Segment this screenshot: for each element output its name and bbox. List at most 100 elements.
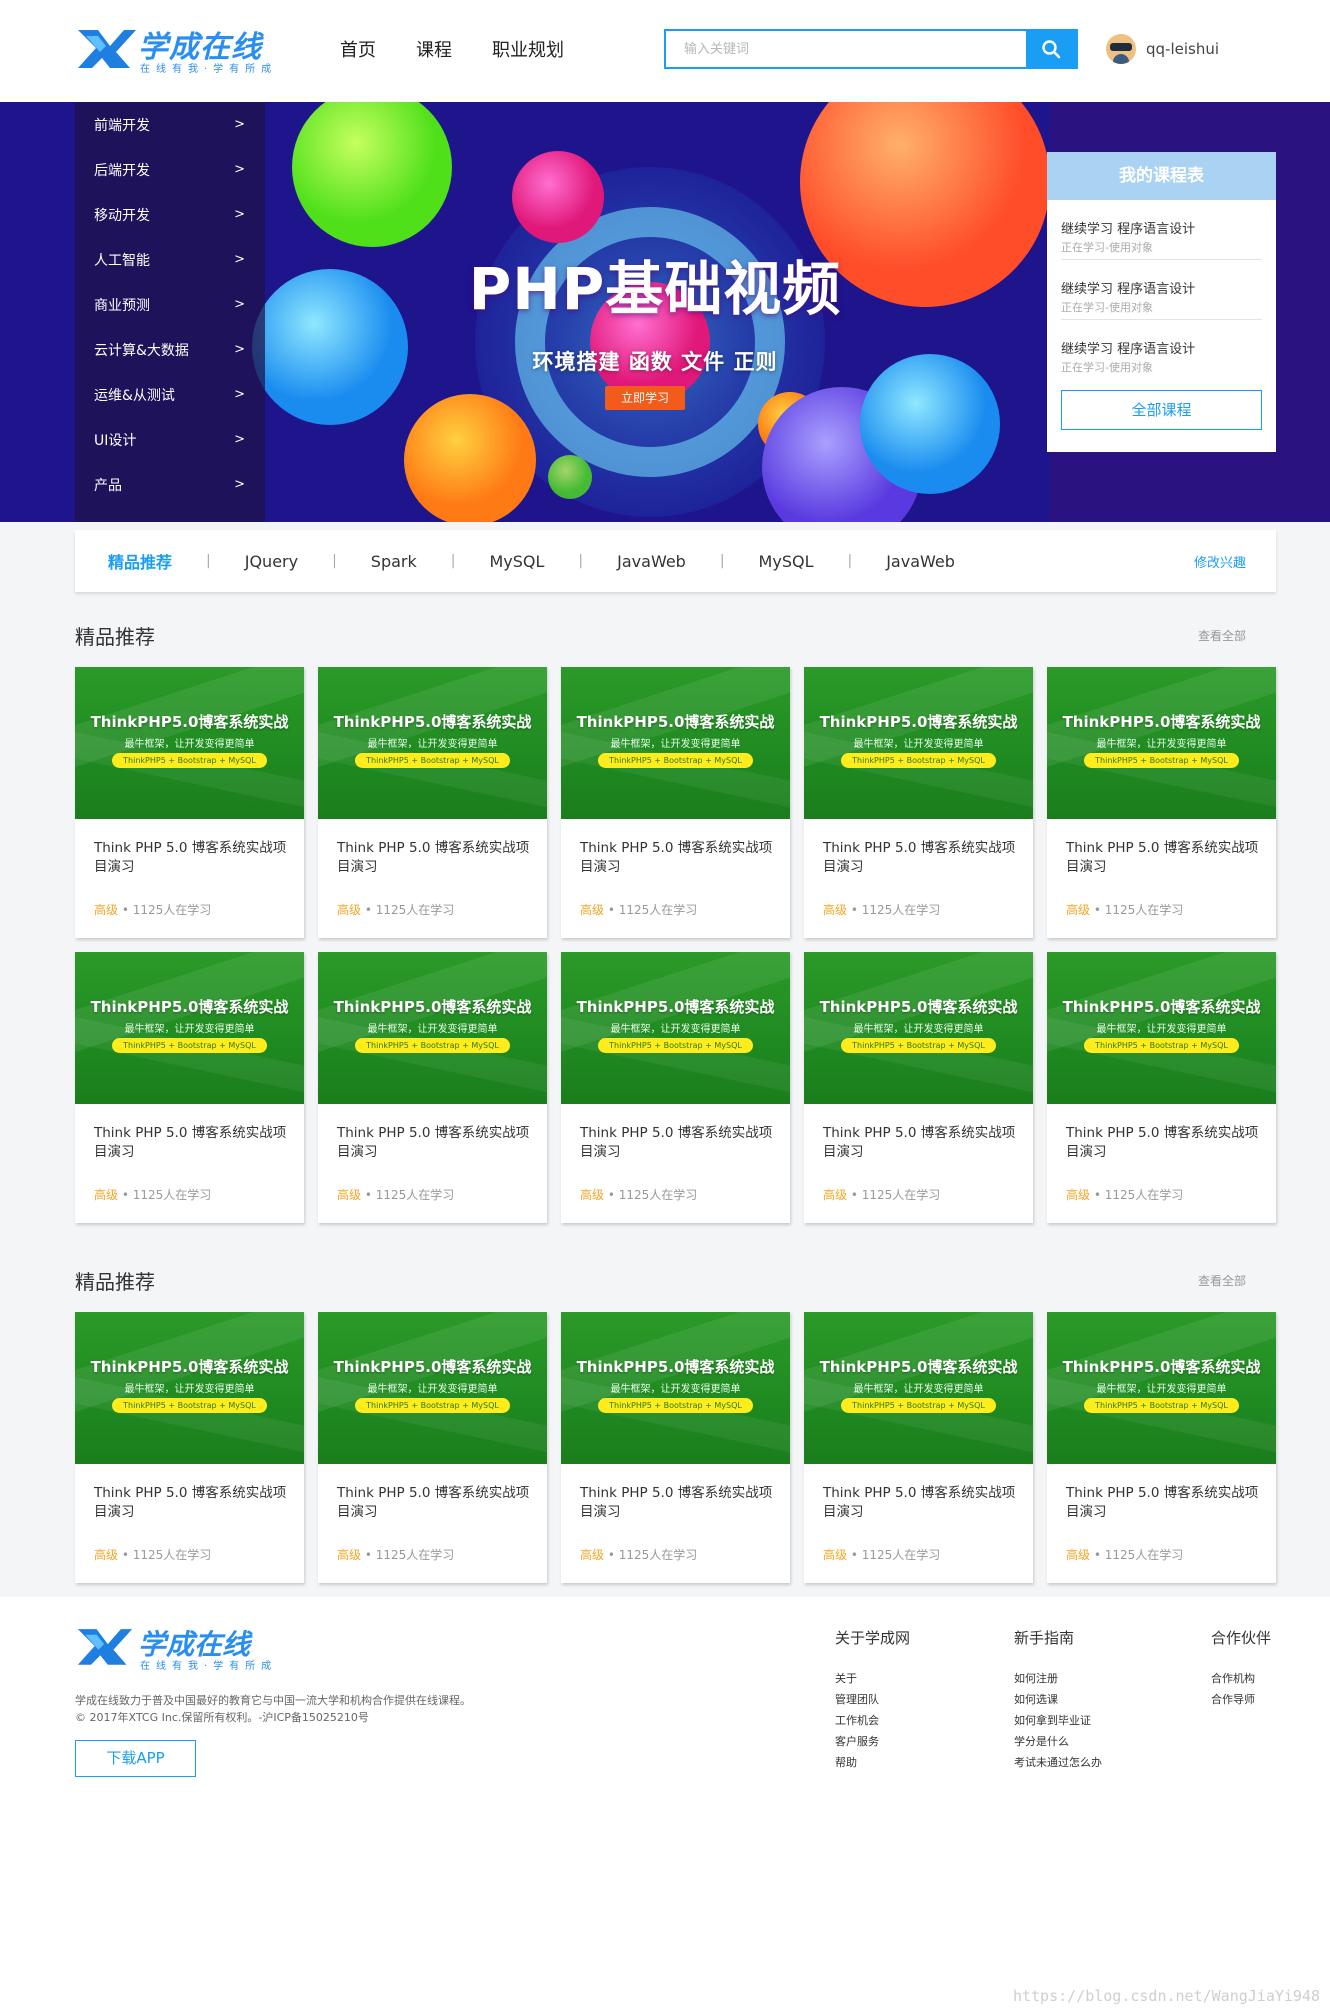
footer-link[interactable]: 如何注册: [1014, 1668, 1102, 1689]
course-card[interactable]: ThinkPHP5.0博客系统实战 最牛框架，让开发变得更简单 ThinkPHP5 …: [561, 667, 790, 938]
footer-link[interactable]: 考试未通过怎么办: [1014, 1752, 1102, 1773]
my-schedule-panel: 我的课程表 继续学习 程序语言设计 正在学习-使用对象 继续学习 程序语言设计 …: [1047, 152, 1276, 452]
site-logo[interactable]: 学成在线 在线有我·学有所成: [76, 22, 276, 78]
footer-link[interactable]: 学分是什么: [1014, 1731, 1102, 1752]
tab-spark[interactable]: Spark: [371, 552, 417, 571]
course-grid: ThinkPHP5.0博客系统实战 最牛框架，让开发变得更简单 ThinkPHP5 …: [75, 1312, 1276, 1597]
search-button[interactable]: [1026, 31, 1076, 67]
side-item-label: 云计算&大数据: [94, 342, 189, 359]
meta-dot: •: [361, 903, 376, 917]
meta-dot: •: [847, 1548, 862, 1562]
schedule-item[interactable]: 继续学习 程序语言设计 正在学习-使用对象: [1061, 260, 1262, 320]
user-profile[interactable]: qq-leishui: [1106, 34, 1219, 64]
footer-column-title: 关于学成网: [835, 1629, 911, 1647]
view-all-link[interactable]: 查看全部: [1198, 1272, 1246, 1289]
side-item-cloud[interactable]: 云计算&大数据 >: [75, 327, 265, 372]
meta-dot: •: [1090, 903, 1105, 917]
chevron-right-icon: >: [234, 387, 245, 402]
thumbnail-tag: ThinkPHP5 + Bootstrap + MySQL: [841, 1398, 996, 1413]
schedule-item-name: 继续学习 程序语言设计: [1061, 342, 1196, 357]
course-card[interactable]: ThinkPHP5.0博客系统实战 最牛框架，让开发变得更简单 ThinkPHP5 …: [1047, 1312, 1276, 1583]
download-app-button[interactable]: 下载APP: [75, 1740, 196, 1777]
nav-courses[interactable]: 课程: [416, 36, 452, 62]
footer-link[interactable]: 客户服务: [835, 1731, 910, 1752]
footer-link[interactable]: 关于: [835, 1668, 910, 1689]
course-card[interactable]: ThinkPHP5.0博客系统实战 最牛框架，让开发变得更简单 ThinkPHP5 …: [561, 1312, 790, 1583]
search-icon: [1042, 40, 1061, 59]
course-name: Think PHP 5.0 博客系统实战项目演习: [94, 1125, 287, 1160]
course-card[interactable]: ThinkPHP5.0博客系统实战 最牛框架，让开发变得更简单 ThinkPHP5 …: [1047, 667, 1276, 938]
course-meta: 高级 • 1125人在学习: [337, 1546, 454, 1563]
course-row: ThinkPHP5.0博客系统实战 最牛框架，让开发变得更简单 ThinkPHP5 …: [75, 952, 1276, 1223]
nav-career[interactable]: 职业规划: [492, 36, 564, 62]
tab-jquery[interactable]: JQuery: [245, 552, 298, 571]
footer-link[interactable]: 合作机构: [1211, 1668, 1271, 1689]
side-item-frontend[interactable]: 前端开发 >: [75, 102, 265, 147]
tab-javaweb[interactable]: JavaWeb: [617, 552, 686, 571]
course-card[interactable]: ThinkPHP5.0博客系统实战 最牛框架，让开发变得更简单 ThinkPHP5 …: [1047, 952, 1276, 1223]
banner-subtitle: 环境搭建 函数 文件 正则: [532, 350, 778, 374]
meta-dot: •: [604, 903, 619, 917]
avatar[interactable]: [1106, 34, 1136, 64]
tab-featured[interactable]: 精品推荐: [108, 549, 172, 573]
course-level: 高级: [94, 1188, 119, 1202]
tab-javaweb-2[interactable]: JavaWeb: [886, 552, 955, 571]
footer-link[interactable]: 如何拿到毕业证: [1014, 1710, 1102, 1731]
edit-interests-link[interactable]: 修改兴趣: [1194, 552, 1246, 571]
view-all-link[interactable]: 查看全部: [1198, 627, 1246, 644]
course-card[interactable]: ThinkPHP5.0博客系统实战 最牛框架，让开发变得更简单 ThinkPHP5 …: [318, 952, 547, 1223]
footer-logo[interactable]: 学成在线 在线有我·学有所成: [76, 1623, 276, 1673]
chevron-right-icon: >: [234, 477, 245, 492]
course-card[interactable]: ThinkPHP5.0博客系统实战 最牛框架，让开发变得更简单 ThinkPHP5 …: [75, 952, 304, 1223]
footer-column-title: 合作伙伴: [1211, 1629, 1272, 1647]
thumbnail-tag: ThinkPHP5 + Bootstrap + MySQL: [1084, 1398, 1239, 1413]
schedule-item[interactable]: 继续学习 程序语言设计 正在学习-使用对象: [1061, 200, 1262, 260]
course-card[interactable]: ThinkPHP5.0博客系统实战 最牛框架，让开发变得更简单 ThinkPHP5 …: [75, 1312, 304, 1583]
nav-home[interactable]: 首页: [340, 36, 376, 62]
section-title: 精品推荐: [75, 1270, 155, 1294]
course-card[interactable]: ThinkPHP5.0博客系统实战 最牛框架，让开发变得更简单 ThinkPHP5 …: [318, 1312, 547, 1583]
course-learners: 1125人在学习: [375, 1188, 455, 1202]
schedule-item-status: 正在学习-使用对象: [1061, 301, 1153, 314]
side-item-product[interactable]: 产品 >: [75, 462, 265, 507]
footer-link[interactable]: 如何选课: [1014, 1689, 1102, 1710]
course-thumbnail: ThinkPHP5.0博客系统实战 最牛框架，让开发变得更简单 ThinkPHP5 …: [804, 1312, 1033, 1464]
side-item-mobile[interactable]: 移动开发 >: [75, 192, 265, 237]
side-item-ui[interactable]: UI设计 >: [75, 417, 265, 462]
course-card[interactable]: ThinkPHP5.0博客系统实战 最牛框架，让开发变得更简单 ThinkPHP5 …: [804, 1312, 1033, 1583]
tab-mysql-2[interactable]: MySQL: [759, 552, 814, 571]
footer-link[interactable]: 合作导师: [1211, 1689, 1271, 1710]
thumbnail-subtitle: 最牛框架，让开发变得更简单: [610, 739, 741, 750]
footer-link[interactable]: 帮助: [835, 1752, 910, 1773]
site-footer: 学成在线 在线有我·学有所成 学成在线致力于普及中国最好的教育它与中国一流大学和…: [0, 1597, 1330, 2011]
thumbnail-tag: ThinkPHP5 + Bootstrap + MySQL: [598, 1398, 753, 1413]
course-card[interactable]: ThinkPHP5.0博客系统实战 最牛框架，让开发变得更简单 ThinkPHP5 …: [804, 667, 1033, 938]
course-card[interactable]: ThinkPHP5.0博客系统实战 最牛框架，让开发变得更简单 ThinkPHP5 …: [75, 667, 304, 938]
course-card[interactable]: ThinkPHP5.0博客系统实战 最牛框架，让开发变得更简单 ThinkPHP5 …: [804, 952, 1033, 1223]
course-row: ThinkPHP5.0博客系统实战 最牛框架，让开发变得更简单 ThinkPHP5 …: [75, 1312, 1276, 1583]
search-input[interactable]: [666, 31, 1026, 67]
side-item-ops[interactable]: 运维&从测试 >: [75, 372, 265, 417]
side-item-ai[interactable]: 人工智能 >: [75, 237, 265, 282]
course-meta: 高级 • 1125人在学习: [1066, 901, 1183, 918]
footer-link[interactable]: 工作机会: [835, 1710, 910, 1731]
thumbnail-subtitle: 最牛框架，让开发变得更简单: [124, 1024, 255, 1035]
schedule-item[interactable]: 继续学习 程序语言设计 正在学习-使用对象: [1061, 320, 1262, 380]
tab-mysql[interactable]: MySQL: [489, 552, 544, 571]
course-card[interactable]: ThinkPHP5.0博客系统实战 最牛框架，让开发变得更简单 ThinkPHP5 …: [561, 952, 790, 1223]
logo-x-icon: [78, 30, 136, 68]
footer-link[interactable]: 管理团队: [835, 1689, 910, 1710]
course-grid: ThinkPHP5.0博客系统实战 最牛框架，让开发变得更简单 ThinkPHP5 …: [75, 667, 1276, 1237]
all-courses-button[interactable]: 全部课程: [1061, 390, 1262, 430]
thumbnail-tag: ThinkPHP5 + Bootstrap + MySQL: [112, 753, 267, 768]
start-learning-button[interactable]: 立即学习: [605, 386, 685, 410]
course-card[interactable]: ThinkPHP5.0博客系统实战 最牛框架，让开发变得更简单 ThinkPHP5 …: [318, 667, 547, 938]
chevron-right-icon: >: [234, 207, 245, 222]
main-nav: 首页 课程 职业规划: [340, 36, 604, 62]
course-name: Think PHP 5.0 博客系统实战项目演习: [1066, 1125, 1259, 1160]
side-item-backend[interactable]: 后端开发 >: [75, 147, 265, 192]
side-item-business[interactable]: 商业预测 >: [75, 282, 265, 327]
meta-dot: •: [604, 1188, 619, 1202]
meta-dot: •: [118, 903, 133, 917]
username[interactable]: qq-leishui: [1146, 40, 1219, 58]
